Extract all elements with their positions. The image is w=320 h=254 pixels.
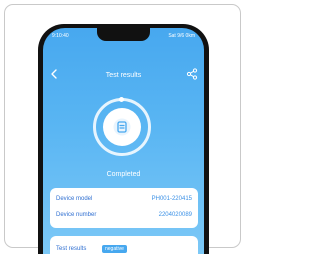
- progress-ring-dot: [119, 97, 124, 102]
- test-results-label: Test results: [56, 246, 87, 252]
- phone-screen: 9:10:40 Sat 9/6 0km Test results Complet…: [43, 28, 204, 254]
- phone-notch: [97, 28, 150, 41]
- device-model-value: PH001-220415: [151, 196, 192, 202]
- status-indicators: Sat 9/6 0km: [168, 33, 195, 39]
- page-title: Test results: [105, 72, 142, 79]
- device-number-value: 2204020089: [158, 212, 192, 218]
- status-completed-label: Completed: [106, 171, 141, 178]
- result-badge: negative: [102, 245, 127, 253]
- test-results-card: Test results negative: [50, 236, 198, 254]
- device-info-card: Device model PH001-220415 Device number …: [50, 188, 198, 228]
- share-icon[interactable]: [186, 68, 198, 80]
- device-model-row: Device model PH001-220415: [56, 196, 192, 206]
- device-number-row: Device number 2204020089: [56, 212, 192, 222]
- device-model-label: Device model: [56, 196, 93, 202]
- device-number-label: Device number: [56, 212, 97, 218]
- status-time: 9:10:40: [52, 33, 69, 39]
- document-icon: [113, 118, 131, 136]
